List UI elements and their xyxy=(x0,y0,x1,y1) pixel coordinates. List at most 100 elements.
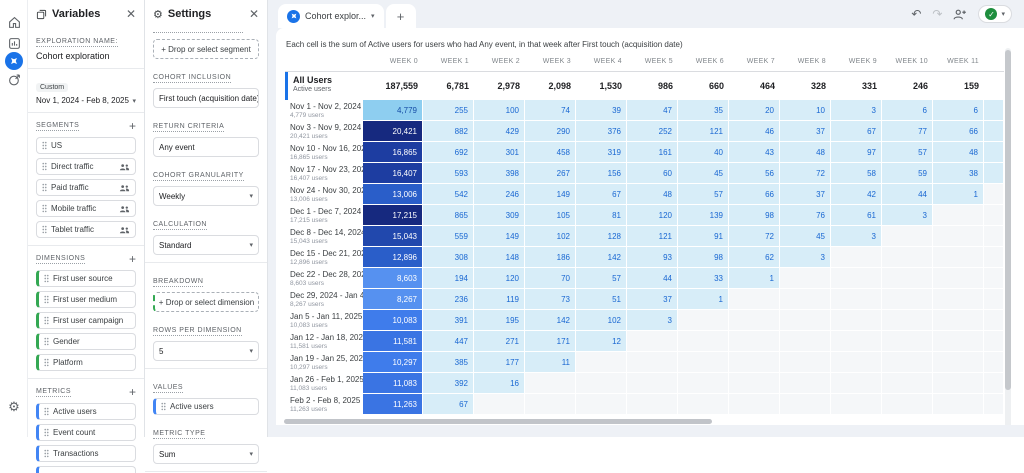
cohort-cell[interactable]: 42 xyxy=(831,184,882,205)
cohort-cell[interactable] xyxy=(831,373,882,394)
cohort-cell[interactable] xyxy=(933,289,984,310)
cohort-cell[interactable]: 43 xyxy=(729,142,780,163)
dimension-chip[interactable]: Gender xyxy=(36,333,136,350)
cohort-cell[interactable] xyxy=(627,331,678,352)
cohort-cell[interactable]: 271 xyxy=(474,331,525,352)
cohort-cell[interactable] xyxy=(780,373,831,394)
cohort-cell[interactable]: 194 xyxy=(423,268,474,289)
cohort-cell[interactable] xyxy=(627,352,678,373)
cohort-cell[interactable]: 57 xyxy=(576,268,627,289)
cohort-cell[interactable]: 15,043 xyxy=(363,226,423,247)
cohort-cell[interactable] xyxy=(882,352,933,373)
cohort-cell[interactable] xyxy=(933,226,984,247)
cohort-cell-partial[interactable] xyxy=(984,310,1004,331)
cohort-cell[interactable]: 72 xyxy=(729,226,780,247)
cohort-cell[interactable]: 195 xyxy=(474,310,525,331)
segment-chip[interactable]: Tablet traffic xyxy=(36,221,136,238)
cohort-cell[interactable]: 37 xyxy=(780,121,831,142)
cohort-cell[interactable] xyxy=(933,247,984,268)
cohort-cell[interactable]: 11,083 xyxy=(363,373,423,394)
cohort-cell[interactable] xyxy=(882,373,933,394)
cohort-cell[interactable]: 38 xyxy=(933,163,984,184)
cohort-cell[interactable] xyxy=(933,331,984,352)
cohort-cell[interactable]: 45 xyxy=(780,226,831,247)
cohort-cell[interactable]: 46 xyxy=(729,121,780,142)
cohort-cell[interactable]: 177 xyxy=(474,352,525,373)
dimension-chip[interactable]: First user source xyxy=(36,270,136,287)
cohort-cell[interactable]: 267 xyxy=(525,163,576,184)
drop-segment-target[interactable]: + Drop or select segment xyxy=(153,39,259,59)
cohort-cell-partial[interactable] xyxy=(984,331,1004,352)
cohort-cell[interactable]: 72 xyxy=(780,163,831,184)
cohort-cell[interactable]: 17,215 xyxy=(363,205,423,226)
cohort-cell[interactable] xyxy=(678,373,729,394)
cohort-cell[interactable]: 59 xyxy=(882,163,933,184)
cohort-cell[interactable]: 3 xyxy=(627,310,678,331)
close-icon[interactable]: ✕ xyxy=(249,7,259,21)
cohort-cell[interactable] xyxy=(780,268,831,289)
cohort-cell[interactable]: 66 xyxy=(933,121,984,142)
cohort-cell[interactable] xyxy=(882,226,933,247)
cohort-cell[interactable]: 45 xyxy=(678,163,729,184)
cohort-cell[interactable]: 57 xyxy=(678,184,729,205)
cohort-granularity-select[interactable]: Weekly ▾ xyxy=(153,186,259,206)
cohort-cell[interactable]: 97 xyxy=(831,142,882,163)
cohort-cell[interactable]: 255 xyxy=(423,100,474,121)
cohort-cell[interactable]: 149 xyxy=(525,184,576,205)
cohort-cell[interactable]: 692 xyxy=(423,142,474,163)
cohort-cell[interactable]: 3 xyxy=(882,205,933,226)
cohort-cell-partial[interactable] xyxy=(984,394,1004,415)
cohort-cell[interactable]: 3 xyxy=(831,226,882,247)
cohort-cell-partial[interactable] xyxy=(984,373,1004,394)
cohort-cell[interactable]: 67 xyxy=(423,394,474,415)
cohort-cell[interactable]: 62 xyxy=(729,247,780,268)
cohort-cell[interactable] xyxy=(831,310,882,331)
cohort-cell[interactable]: 447 xyxy=(423,331,474,352)
cohort-cell-partial[interactable] xyxy=(984,352,1004,373)
exploration-name-value[interactable]: Cohort exploration xyxy=(36,51,136,61)
cohort-cell[interactable]: 67 xyxy=(831,121,882,142)
cohort-cell[interactable]: 142 xyxy=(576,247,627,268)
cohort-cell[interactable]: 12 xyxy=(576,331,627,352)
cohort-cell[interactable]: 66 xyxy=(729,184,780,205)
advertising-icon[interactable] xyxy=(0,69,28,91)
cohort-cell[interactable]: 398 xyxy=(474,163,525,184)
cohort-cell[interactable] xyxy=(882,310,933,331)
cohort-cell[interactable] xyxy=(627,394,678,415)
cohort-cell[interactable]: 100 xyxy=(474,100,525,121)
cohort-cell[interactable] xyxy=(882,331,933,352)
cohort-cell[interactable] xyxy=(831,268,882,289)
cohort-cell[interactable]: 16,407 xyxy=(363,163,423,184)
cohort-cell[interactable]: 319 xyxy=(576,142,627,163)
cohort-cell[interactable]: 37 xyxy=(780,184,831,205)
cohort-cell[interactable]: 51 xyxy=(576,289,627,310)
cohort-cell[interactable] xyxy=(780,331,831,352)
admin-gear-icon[interactable]: ⚙ xyxy=(0,396,28,418)
cohort-cell[interactable]: 11,263 xyxy=(363,394,423,415)
cohort-cell[interactable]: 11 xyxy=(525,352,576,373)
cohort-cell[interactable]: 39 xyxy=(576,100,627,121)
cohort-cell[interactable]: 4,779 xyxy=(363,100,423,121)
cohort-cell[interactable]: 559 xyxy=(423,226,474,247)
cohort-cell[interactable] xyxy=(576,394,627,415)
cohort-cell[interactable]: 105 xyxy=(525,205,576,226)
metric-chip[interactable]: Active users xyxy=(36,403,136,420)
cohort-cell[interactable]: 60 xyxy=(627,163,678,184)
cohort-cell[interactable] xyxy=(882,394,933,415)
cohort-cell[interactable] xyxy=(831,352,882,373)
cohort-cell-partial[interactable] xyxy=(984,226,1004,247)
cohort-cell[interactable]: 139 xyxy=(678,205,729,226)
cohort-cell[interactable]: 148 xyxy=(474,247,525,268)
cohort-cell-partial[interactable] xyxy=(984,184,1004,205)
share-users-icon[interactable] xyxy=(953,8,967,20)
cohort-cell[interactable] xyxy=(678,394,729,415)
cohort-cell[interactable]: 6 xyxy=(933,100,984,121)
cohort-cell[interactable] xyxy=(780,289,831,310)
metric-chip[interactable]: Transactions xyxy=(36,445,136,462)
dimension-chip[interactable]: Platform xyxy=(36,354,136,371)
cohort-cell[interactable]: 156 xyxy=(576,163,627,184)
cohort-cell[interactable]: 77 xyxy=(882,121,933,142)
cohort-cell[interactable]: 81 xyxy=(576,205,627,226)
cohort-cell[interactable] xyxy=(933,310,984,331)
cohort-cell[interactable]: 1 xyxy=(933,184,984,205)
